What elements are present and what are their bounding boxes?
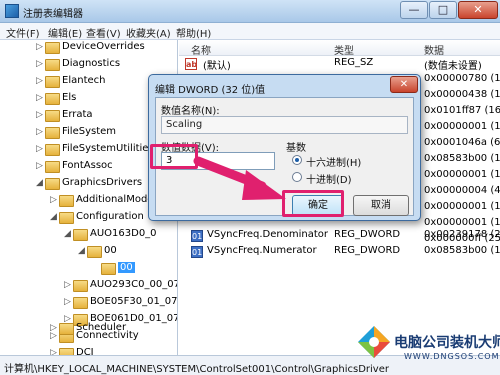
tutorial-arrow-icon — [193, 156, 286, 200]
watermark-text: 电脑公司装机大师 — [394, 335, 500, 351]
watermark-logo: 电脑公司装机大师 WWW.DNGSOS.COM — [352, 322, 500, 372]
watermark-url: WWW.DNGSOS.COM — [404, 352, 500, 361]
logo-mark-icon — [358, 326, 390, 358]
